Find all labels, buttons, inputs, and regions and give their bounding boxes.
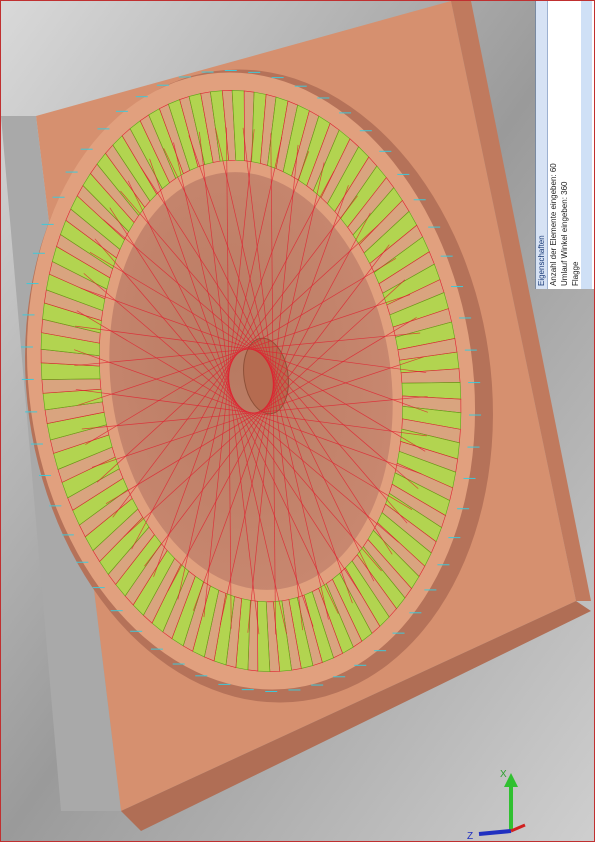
x-axis-label: X xyxy=(500,769,507,780)
z-axis-arrow xyxy=(478,829,512,836)
x-axis-arrow xyxy=(510,823,526,833)
axis-triad: X Z xyxy=(467,769,526,842)
z-axis-label: Z xyxy=(467,831,473,842)
cad-viewport[interactable]: Eigenschaften Anzahl der Elemente eingeb… xyxy=(0,0,595,842)
